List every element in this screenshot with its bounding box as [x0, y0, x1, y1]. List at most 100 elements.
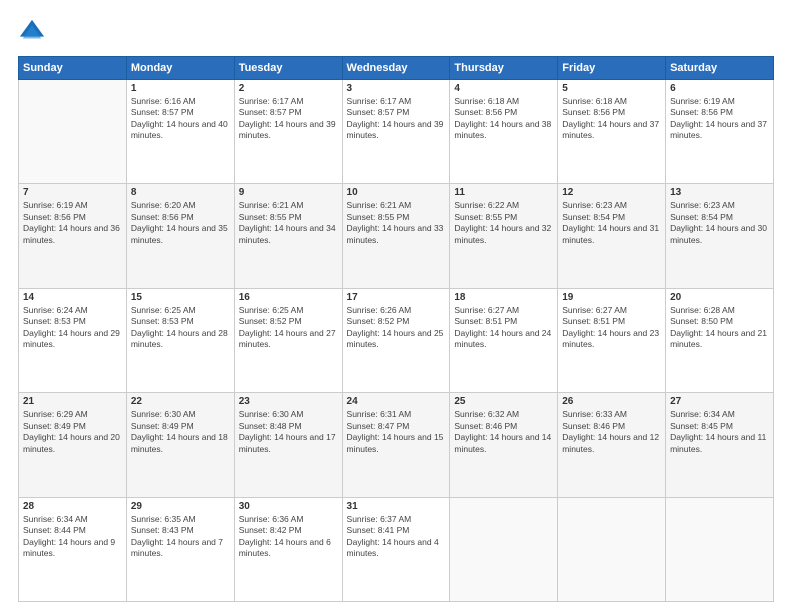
calendar-cell: [450, 497, 558, 601]
day-info: Sunrise: 6:33 AMSunset: 8:46 PMDaylight:…: [562, 409, 661, 455]
day-number: 26: [562, 396, 661, 407]
calendar-cell: 12 Sunrise: 6:23 AMSunset: 8:54 PMDayligh…: [558, 184, 666, 288]
calendar-cell: 14 Sunrise: 6:24 AMSunset: 8:53 PMDayligh…: [19, 288, 127, 392]
day-info: Sunrise: 6:22 AMSunset: 8:55 PMDaylight:…: [454, 200, 553, 246]
calendar-header-friday: Friday: [558, 57, 666, 80]
day-info: Sunrise: 6:25 AMSunset: 8:53 PMDaylight:…: [131, 305, 230, 351]
logo: [18, 18, 50, 46]
calendar-cell: 30 Sunrise: 6:36 AMSunset: 8:42 PMDayligh…: [234, 497, 342, 601]
day-number: 29: [131, 501, 230, 512]
day-info: Sunrise: 6:37 AMSunset: 8:41 PMDaylight:…: [347, 514, 446, 560]
calendar-cell: 2Sunrise: 6:17 AMSunset: 8:57 PMDaylight…: [234, 80, 342, 184]
day-number: 30: [239, 501, 338, 512]
day-number: 4: [454, 83, 553, 94]
day-number: 7: [23, 187, 122, 198]
calendar-cell: [558, 497, 666, 601]
calendar-header-sunday: Sunday: [19, 57, 127, 80]
calendar-cell: 28 Sunrise: 6:34 AMSunset: 8:44 PMDayligh…: [19, 497, 127, 601]
calendar-cell: [666, 497, 774, 601]
day-number: 5: [562, 83, 661, 94]
day-number: 23: [239, 396, 338, 407]
day-info: Sunrise: 6:21 AMSunset: 8:55 PMDaylight:…: [347, 200, 446, 246]
day-info: Sunrise: 6:36 AMSunset: 8:42 PMDaylight:…: [239, 514, 338, 560]
calendar-header-wednesday: Wednesday: [342, 57, 450, 80]
day-number: 25: [454, 396, 553, 407]
day-info: Sunrise: 6:24 AMSunset: 8:53 PMDaylight:…: [23, 305, 122, 351]
calendar-cell: 22 Sunrise: 6:30 AMSunset: 8:49 PMDayligh…: [126, 393, 234, 497]
calendar-cell: 17 Sunrise: 6:26 AMSunset: 8:52 PMDayligh…: [342, 288, 450, 392]
day-number: 9: [239, 187, 338, 198]
logo-icon: [18, 18, 46, 46]
calendar-week-row: 14 Sunrise: 6:24 AMSunset: 8:53 PMDayligh…: [19, 288, 774, 392]
day-number: 15: [131, 292, 230, 303]
day-info: Sunrise: 6:32 AMSunset: 8:46 PMDaylight:…: [454, 409, 553, 455]
calendar-cell: 4Sunrise: 6:18 AMSunset: 8:56 PMDaylight…: [450, 80, 558, 184]
day-number: 12: [562, 187, 661, 198]
day-number: 27: [670, 396, 769, 407]
calendar-cell: 23Sunrise: 6:30 AMSunset: 8:48 PMDayligh…: [234, 393, 342, 497]
day-info: Sunrise: 6:17 AMSunset: 8:57 PMDaylight:…: [347, 96, 446, 142]
calendar-cell: 6 Sunrise: 6:19 AMSunset: 8:56 PMDaylight…: [666, 80, 774, 184]
calendar-week-row: 1 Sunrise: 6:16 AMSunset: 8:57 PMDaylight…: [19, 80, 774, 184]
calendar-header-thursday: Thursday: [450, 57, 558, 80]
day-number: 16: [239, 292, 338, 303]
day-number: 17: [347, 292, 446, 303]
day-info: Sunrise: 6:25 AMSunset: 8:52 PMDaylight:…: [239, 305, 338, 351]
calendar-header-tuesday: Tuesday: [234, 57, 342, 80]
day-info: Sunrise: 6:35 AMSunset: 8:43 PMDaylight:…: [131, 514, 230, 560]
day-info: Sunrise: 6:27 AMSunset: 8:51 PMDaylight:…: [454, 305, 553, 351]
day-info: Sunrise: 6:34 AMSunset: 8:44 PMDaylight:…: [23, 514, 122, 560]
calendar-cell: 15 Sunrise: 6:25 AMSunset: 8:53 PMDayligh…: [126, 288, 234, 392]
day-number: 19: [562, 292, 661, 303]
calendar-table: SundayMondayTuesdayWednesdayThursdayFrid…: [18, 56, 774, 602]
day-info: Sunrise: 6:19 AMSunset: 8:56 PMDaylight:…: [670, 96, 769, 142]
calendar-cell: 8Sunrise: 6:20 AMSunset: 8:56 PMDaylight…: [126, 184, 234, 288]
day-info: Sunrise: 6:19 AMSunset: 8:56 PMDaylight:…: [23, 200, 122, 246]
calendar-header-row: SundayMondayTuesdayWednesdayThursdayFrid…: [19, 57, 774, 80]
day-info: Sunrise: 6:28 AMSunset: 8:50 PMDaylight:…: [670, 305, 769, 351]
day-info: Sunrise: 6:23 AMSunset: 8:54 PMDaylight:…: [670, 200, 769, 246]
calendar-cell: 31 Sunrise: 6:37 AMSunset: 8:41 PMDayligh…: [342, 497, 450, 601]
day-info: Sunrise: 6:27 AMSunset: 8:51 PMDaylight:…: [562, 305, 661, 351]
calendar-cell: 19 Sunrise: 6:27 AMSunset: 8:51 PMDayligh…: [558, 288, 666, 392]
day-number: 1: [131, 83, 230, 94]
calendar-cell: 9 Sunrise: 6:21 AMSunset: 8:55 PMDaylight…: [234, 184, 342, 288]
day-info: Sunrise: 6:30 AMSunset: 8:49 PMDaylight:…: [131, 409, 230, 455]
calendar-cell: 16 Sunrise: 6:25 AMSunset: 8:52 PMDayligh…: [234, 288, 342, 392]
calendar-cell: 25 Sunrise: 6:32 AMSunset: 8:46 PMDayligh…: [450, 393, 558, 497]
page: SundayMondayTuesdayWednesdayThursdayFrid…: [0, 0, 792, 612]
day-info: Sunrise: 6:31 AMSunset: 8:47 PMDaylight:…: [347, 409, 446, 455]
calendar-header-saturday: Saturday: [666, 57, 774, 80]
day-info: Sunrise: 6:16 AMSunset: 8:57 PMDaylight:…: [131, 96, 230, 142]
calendar-cell: 3 Sunrise: 6:17 AMSunset: 8:57 PMDaylight…: [342, 80, 450, 184]
calendar-week-row: 28 Sunrise: 6:34 AMSunset: 8:44 PMDayligh…: [19, 497, 774, 601]
calendar-cell: 27Sunrise: 6:34 AMSunset: 8:45 PMDayligh…: [666, 393, 774, 497]
day-info: Sunrise: 6:23 AMSunset: 8:54 PMDaylight:…: [562, 200, 661, 246]
header: [18, 18, 774, 46]
calendar-cell: 11 Sunrise: 6:22 AMSunset: 8:55 PMDayligh…: [450, 184, 558, 288]
calendar-cell: 20 Sunrise: 6:28 AMSunset: 8:50 PMDayligh…: [666, 288, 774, 392]
day-number: 22: [131, 396, 230, 407]
calendar-cell: 7 Sunrise: 6:19 AMSunset: 8:56 PMDaylight…: [19, 184, 127, 288]
calendar-cell: 26 Sunrise: 6:33 AMSunset: 8:46 PMDayligh…: [558, 393, 666, 497]
day-number: 8: [131, 187, 230, 198]
day-number: 6: [670, 83, 769, 94]
calendar-cell: 29 Sunrise: 6:35 AMSunset: 8:43 PMDayligh…: [126, 497, 234, 601]
day-info: Sunrise: 6:29 AMSunset: 8:49 PMDaylight:…: [23, 409, 122, 455]
day-number: 31: [347, 501, 446, 512]
calendar-cell: 13Sunrise: 6:23 AMSunset: 8:54 PMDayligh…: [666, 184, 774, 288]
day-number: 21: [23, 396, 122, 407]
day-number: 20: [670, 292, 769, 303]
calendar-cell: 5Sunrise: 6:18 AMSunset: 8:56 PMDaylight…: [558, 80, 666, 184]
day-number: 10: [347, 187, 446, 198]
day-info: Sunrise: 6:26 AMSunset: 8:52 PMDaylight:…: [347, 305, 446, 351]
day-number: 2: [239, 83, 338, 94]
day-number: 3: [347, 83, 446, 94]
calendar-cell: 21 Sunrise: 6:29 AMSunset: 8:49 PMDayligh…: [19, 393, 127, 497]
day-number: 14: [23, 292, 122, 303]
day-number: 11: [454, 187, 553, 198]
calendar-cell: 18Sunrise: 6:27 AMSunset: 8:51 PMDayligh…: [450, 288, 558, 392]
day-number: 28: [23, 501, 122, 512]
calendar-cell: [19, 80, 127, 184]
day-info: Sunrise: 6:21 AMSunset: 8:55 PMDaylight:…: [239, 200, 338, 246]
